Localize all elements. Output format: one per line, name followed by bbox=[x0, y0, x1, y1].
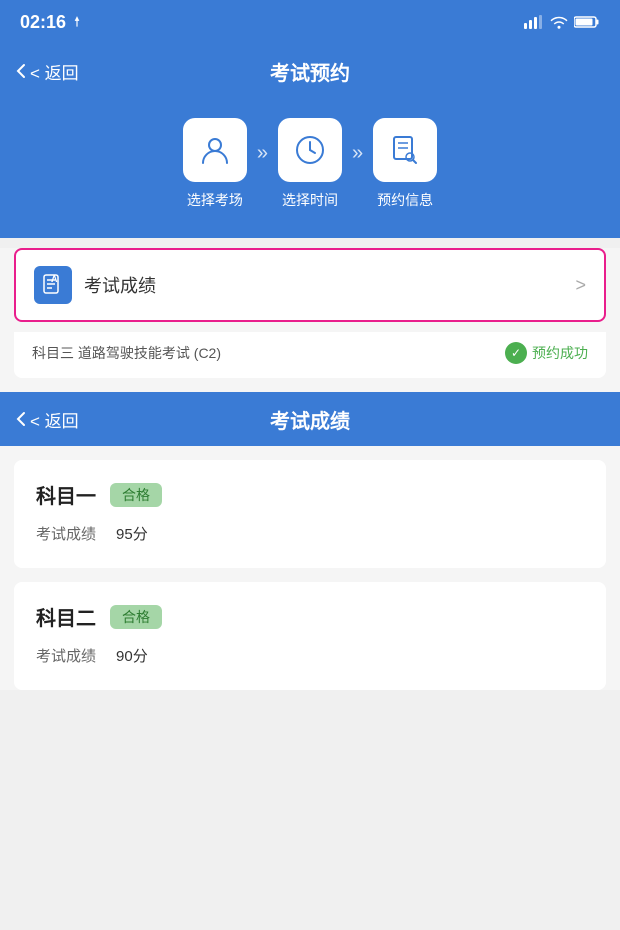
subject-2-badge: 合格 bbox=[110, 605, 162, 629]
status-time: 02:16 bbox=[20, 12, 84, 33]
person-icon bbox=[198, 133, 232, 167]
nav-title-1: 考试预约 bbox=[270, 57, 350, 86]
card-1-score-value: 95分 bbox=[116, 523, 148, 544]
time-display: 02:16 bbox=[20, 12, 66, 33]
exam-score-row[interactable]: A + 考试成绩 > bbox=[14, 248, 606, 322]
step-1: 选择考场 bbox=[183, 118, 247, 210]
card-2-score-label: 考试成绩 bbox=[36, 645, 96, 666]
step-3: 预约信息 bbox=[373, 118, 437, 210]
card-1-score-row: 考试成绩 95分 bbox=[36, 519, 584, 548]
status-bar: 02:16 bbox=[0, 0, 620, 44]
document-search-icon bbox=[388, 133, 422, 167]
back-button-1[interactable]: < 返回 bbox=[16, 59, 79, 84]
wifi-icon bbox=[550, 15, 568, 29]
nav-title-2: 考试成绩 bbox=[270, 405, 350, 434]
subject-1-badge: 合格 bbox=[110, 483, 162, 507]
score-card-1: 科目一 合格 考试成绩 95分 bbox=[14, 460, 606, 568]
clock-icon bbox=[293, 133, 327, 167]
exam-score-chevron: > bbox=[575, 275, 586, 296]
card-2-score-row: 考试成绩 90分 bbox=[36, 641, 584, 670]
step-2-label: 选择时间 bbox=[282, 190, 338, 210]
score-doc-icon: A + bbox=[42, 274, 64, 296]
success-check-icon: ✓ bbox=[505, 342, 527, 364]
card-2-score-value: 90分 bbox=[116, 645, 148, 666]
svg-text:+: + bbox=[51, 278, 55, 284]
score-card-2: 科目二 合格 考试成绩 90分 bbox=[14, 582, 606, 690]
status-icons bbox=[524, 15, 600, 29]
exam-score-left: A + 考试成绩 bbox=[34, 266, 156, 304]
subject-text: 科目三 道路驾驶技能考试 (C2) bbox=[32, 343, 221, 363]
success-label: 预约成功 bbox=[532, 343, 588, 363]
nav-bar-2: < 返回 考试成绩 bbox=[0, 392, 620, 446]
subject-info-row: 科目三 道路驾驶技能考试 (C2) ✓ 预约成功 bbox=[14, 332, 606, 378]
step-3-icon-box bbox=[373, 118, 437, 182]
back-label-2: < 返回 bbox=[30, 407, 79, 432]
step-2-icon-box bbox=[278, 118, 342, 182]
subject-2-name: 科目二 bbox=[36, 602, 96, 631]
step-arrow-1: » bbox=[257, 142, 268, 187]
subject-1-name: 科目一 bbox=[36, 480, 96, 509]
card-1-header: 科目一 合格 bbox=[36, 480, 584, 509]
main-content: A + 考试成绩 > 科目三 道路驾驶技能考试 (C2) ✓ 预约成功 < 返回… bbox=[0, 248, 620, 690]
signal-icon bbox=[524, 15, 544, 29]
back-chevron-1 bbox=[16, 63, 26, 79]
back-button-2[interactable]: < 返回 bbox=[16, 407, 79, 432]
step-arrow-2: » bbox=[352, 142, 363, 187]
nav-bar-1: < 返回 考试预约 bbox=[0, 44, 620, 98]
exam-score-label: 考试成绩 bbox=[84, 272, 156, 298]
score-icon-box: A + bbox=[34, 266, 72, 304]
card-2-header: 科目二 合格 bbox=[36, 602, 584, 631]
step-1-icon-box bbox=[183, 118, 247, 182]
back-chevron-2 bbox=[16, 411, 26, 427]
step-3-label: 预约信息 bbox=[377, 190, 433, 210]
card-1-score-label: 考试成绩 bbox=[36, 523, 96, 544]
success-badge: ✓ 预约成功 bbox=[505, 342, 588, 364]
back-label-1: < 返回 bbox=[30, 59, 79, 84]
steps-section: 选择考场 » 选择时间 » 预约信息 bbox=[0, 98, 620, 238]
step-1-label: 选择考场 bbox=[187, 190, 243, 210]
screen-2: < 返回 考试成绩 科目一 合格 考试成绩 95分 科目二 合格 考试成绩 90… bbox=[0, 392, 620, 690]
battery-icon bbox=[574, 15, 600, 29]
location-icon bbox=[70, 15, 84, 29]
step-2: 选择时间 bbox=[278, 118, 342, 210]
